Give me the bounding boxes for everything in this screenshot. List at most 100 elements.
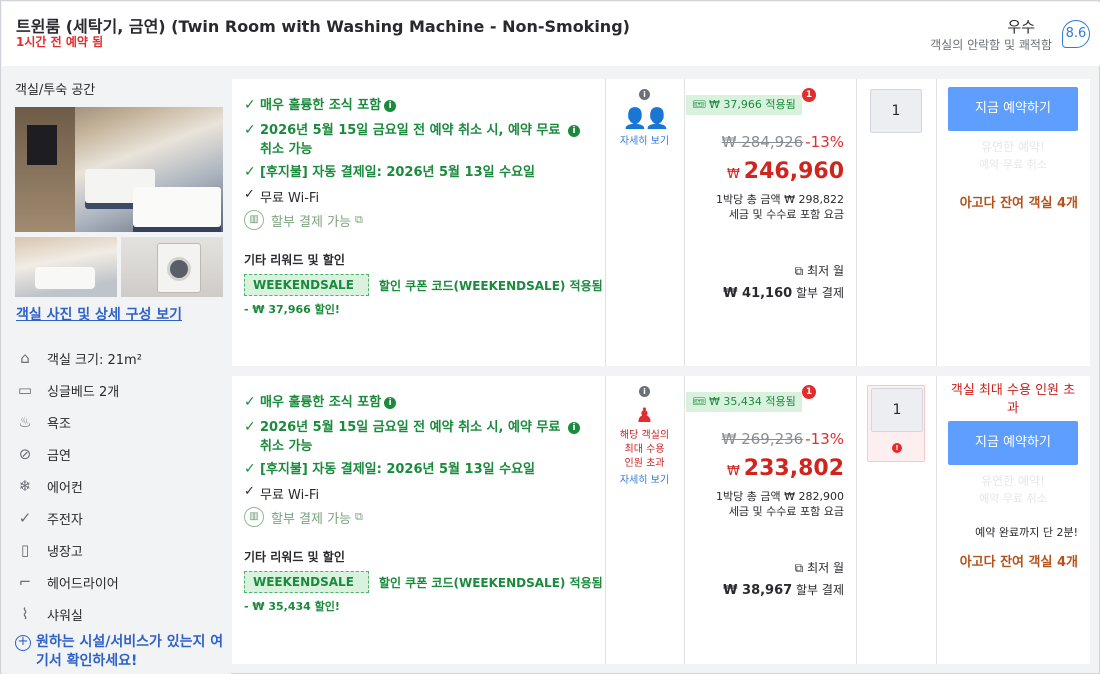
feature-free-cancel: ✓ 2026년 5월 15일 금요일 전 예약 취소 시, 예약 무료 취소 가능… — [244, 121, 594, 159]
monthly-installment: ⧉ 최저 월 ₩ 41,160 할부 결제 — [723, 260, 844, 305]
coupon-text: 할인 쿠폰 코드(WEEKENDSALE) 적용됨 — [378, 575, 603, 590]
info-icon[interactable]: i — [384, 397, 397, 409]
find-facilities-link[interactable]: + 원하는 시설/서비스가 있는지 여기서 확인하세요! — [15, 633, 225, 671]
bed-icon: ▭ — [17, 381, 33, 399]
occupancy-cell: i ♟ 해당 객실의 최대 수용 인원 초과 자세히 보기 — [605, 386, 684, 489]
score-badge[interactable]: 8.6 — [1062, 20, 1090, 48]
info-icon[interactable]: i — [384, 100, 397, 112]
quantity-error-box: 1 ! — [867, 385, 925, 462]
capacity-warning: 객실 최대 수용 인원 초과 — [950, 383, 1076, 416]
room-photo-main[interactable] — [15, 107, 223, 232]
room-quantity-select[interactable]: 1 — [871, 388, 923, 432]
monthly-suffix: 할부 결제 — [796, 286, 844, 300]
room-sidebar: 객실/투숙 공간 객실 사진 및 상세 구성 보기 ⌂ 객실 크기: 21m² ▭… — [2, 67, 231, 674]
amenity-label: 욕조 — [47, 416, 71, 432]
find-facilities-label: 원하는 시설/서비스가 있는지 여기서 확인하세요! — [36, 634, 224, 669]
amenity-bathtub: ♨ 욕조 — [15, 410, 225, 434]
installment-available[interactable]: ▥ 할부 결제 가능 ⧉ — [244, 507, 363, 527]
original-price: ₩ 269,236 -13% — [722, 430, 844, 448]
feature-breakfast: ✓ 매우 훌륭한 조식 포함 i — [244, 393, 594, 412]
occupancy-details-link[interactable]: 자세히 보기 — [605, 134, 684, 150]
amenity-air-conditioner: ❄ 에어컨 — [15, 474, 225, 498]
room-title: 트윈룸 (세탁기, 금연) (Twin Room with Washing Ma… — [16, 17, 630, 36]
washing-machine-photo[interactable] — [121, 237, 223, 297]
total-per-night: 1박당 총 금액 ₩ 298,822 — [716, 193, 844, 206]
flex-sub: 예약 무료 취소 — [979, 492, 1047, 505]
currency-symbol: ₩ — [726, 167, 740, 182]
cheapest-label: 최저 월 — [807, 264, 844, 278]
occupancy-details-link[interactable]: 자세히 보기 — [605, 473, 684, 489]
wifi-label: 무료 Wi-Fi — [260, 191, 320, 206]
air-conditioner-icon: ❄ — [18, 477, 32, 495]
monthly-amount: ₩ 38,967 — [723, 583, 793, 598]
info-icon[interactable]: i — [639, 89, 650, 100]
amenity-shower: ⌇ 샤워실 — [15, 602, 225, 626]
feature-wifi: ✓ 무료 Wi-Fi — [244, 187, 319, 206]
check-icon: ✓ — [244, 97, 256, 113]
price-total: 1박당 총 금액 ₩ 298,822 세금 및 수수료 포함 요금 — [716, 192, 844, 222]
feature-pay-later: ✓ [후지불] 자동 결제일: 2026년 5월 13일 수요일 — [244, 460, 594, 479]
strikethrough-price: ₩ 284,926 — [721, 133, 804, 151]
feature-label: [후지불] 자동 결제일: 2026년 5월 13일 수요일 — [260, 462, 535, 477]
flexible-booking: 유연한 예약! 예약 무료 취소 — [948, 139, 1078, 173]
discount-amount: - ₩ 37,966 할인! — [244, 303, 340, 316]
score-label: 우수 — [1007, 18, 1035, 36]
coupon-row: WEEKENDSALE 할인 쿠폰 코드(WEEKENDSALE) 적용됨 — [244, 274, 603, 296]
check-icon: ✓ — [244, 164, 256, 180]
amenity-refrigerator: ▯ 냉장고 — [15, 538, 225, 562]
monthly-installment: ⧉ 최저 월 ₩ 38,967 할부 결제 — [723, 557, 844, 602]
room-quantity-select[interactable]: 1 — [870, 89, 922, 133]
plus-circle-icon: + — [15, 635, 31, 651]
rooms-left: 아고다 잔여 객실 4개 — [959, 555, 1078, 570]
tax-note: 세금 및 수수료 포함 요금 — [728, 505, 844, 518]
book-now-button[interactable]: 지금 예약하기 — [948, 421, 1078, 465]
hair-dryer-icon: ⌐ — [18, 573, 32, 591]
current-price: ₩246,960 — [727, 159, 844, 184]
current-price: ₩233,802 — [727, 456, 844, 481]
external-link-icon: ⧉ — [355, 213, 363, 226]
feature-label: 2026년 5월 15일 금요일 전 예약 취소 시, 예약 무료 취소 가능 — [260, 123, 561, 157]
flex-sub: 예약 무료 취소 — [979, 158, 1047, 171]
recent-booking-notice: 1시간 전 예약 됨 — [16, 35, 104, 49]
amenity-hair-dryer: ⌐ 헤어드라이어 — [15, 570, 225, 594]
installment-label: 할부 결제 가능 — [271, 214, 352, 230]
check-circle-icon: ✓ — [18, 509, 32, 527]
bed-shape — [133, 187, 221, 227]
check-icon: ✓ — [244, 122, 256, 138]
flex-title: 유연한 예약! — [981, 140, 1045, 154]
check-icon: ✓ — [244, 187, 255, 202]
occupancy-warning: 해당 객실의 최대 수용 인원 초과 — [619, 430, 670, 469]
book-now-button[interactable]: 지금 예약하기 — [948, 87, 1078, 131]
info-icon[interactable]: i — [639, 386, 650, 397]
coupon-tag: WEEKENDSALE — [244, 274, 369, 296]
tax-note: 세금 및 수수료 포함 요금 — [728, 208, 844, 221]
score-category: 객실의 안락함 및 쾌적함 — [930, 38, 1052, 52]
amenity-kettle: ✓ 주전자 — [15, 506, 225, 530]
applied-label: ₩ 35,434 적용됨 — [708, 395, 796, 408]
amenity-label: 냉장고 — [47, 544, 83, 560]
info-icon[interactable]: i — [568, 422, 580, 434]
amenity-bed: ▭ 싱글베드 2개 — [15, 378, 225, 402]
bathroom-photo[interactable] — [15, 237, 117, 297]
offer-card: ✓ 매우 훌륭한 조식 포함 i ✓ 2026년 5월 15일 금요일 전 예약 취소… — [232, 376, 1090, 664]
feature-pay-later: ✓ [후지불] 자동 결제일: 2026년 5월 13일 수요일 — [244, 163, 594, 182]
offer-card: ✓ 매우 훌륭한 조식 포함 i ✓ 2026년 5월 15일 금요일 전 예약 취소… — [232, 79, 1090, 366]
amenity-label: 객실 크기: 21m² — [47, 352, 142, 368]
feature-wifi: ✓ 무료 Wi-Fi — [244, 484, 319, 503]
coupon-applied-badge: 🎟 ₩ 37,966 적용됨 — [686, 95, 802, 115]
amenity-label: 에어컨 — [47, 480, 83, 496]
original-price: ₩ 284,926 -13% — [722, 133, 844, 151]
room-photos-link[interactable]: 객실 사진 및 상세 구성 보기 — [16, 304, 182, 324]
feature-breakfast: ✓ 매우 훌륭한 조식 포함 i — [244, 96, 594, 115]
check-icon: ✓ — [244, 484, 255, 499]
coupon-icon: 🎟 — [692, 395, 706, 408]
feature-label: [후지불] 자동 결제일: 2026년 5월 13일 수요일 — [260, 165, 535, 180]
feature-label: 매우 훌륭한 조식 포함 — [260, 98, 382, 113]
info-icon[interactable]: i — [568, 125, 580, 137]
amenity-label: 싱글베드 2개 — [47, 384, 120, 400]
amenity-label: 금연 — [47, 448, 71, 464]
rewards-heading: 기타 리워드 및 할인 — [244, 550, 345, 564]
rewards-heading: 기타 리워드 및 할인 — [244, 253, 345, 267]
room-header: 트윈룸 (세탁기, 금연) (Twin Room with Washing Ma… — [2, 2, 1100, 66]
installment-available[interactable]: ▥ 할부 결제 가능 ⧉ — [244, 210, 363, 230]
